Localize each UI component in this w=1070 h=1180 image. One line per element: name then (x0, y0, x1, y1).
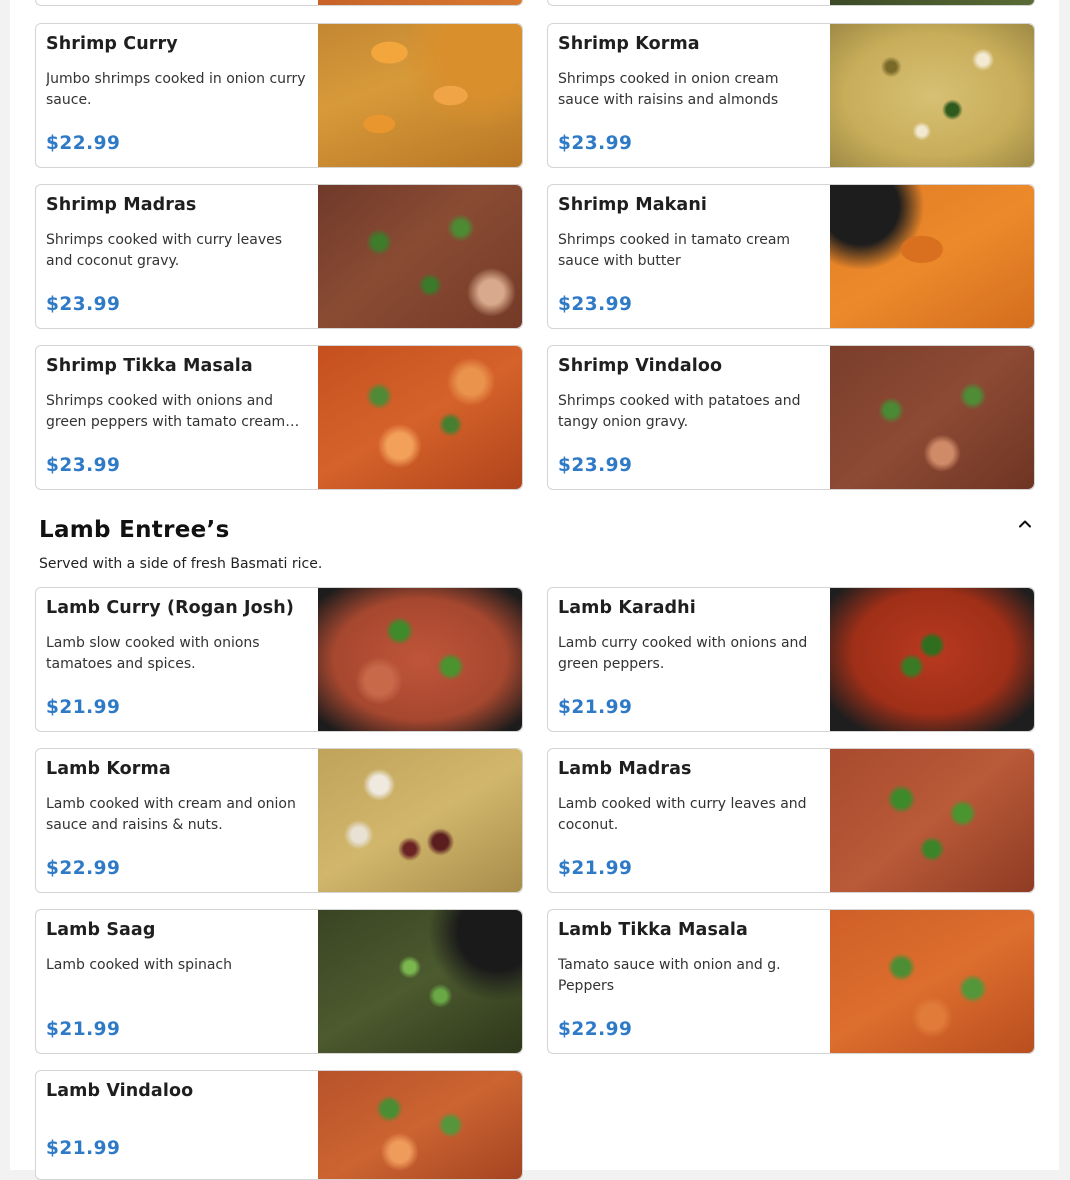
menu-item-name: Shrimp Korma (558, 34, 700, 54)
menu-item-price: $21.99 (46, 1019, 121, 1040)
menu-item-name: Lamb Madras (558, 759, 692, 779)
menu-item-description: Lamb slow cooked with onions tamatoes an… (46, 635, 260, 672)
lamb-saag-photo (318, 910, 522, 1053)
lamb-madras-photo (830, 749, 1034, 892)
menu-item-card[interactable]: Lamb Vindaloo $21.99 (35, 1070, 523, 1180)
menu-item-description: Shrimps cooked in tamato cream sauce wit… (558, 232, 791, 269)
menu-item-description: Jumbo shrimps cooked in onion curry sauc… (46, 71, 306, 108)
menu-item-name: Lamb Tikka Masala (558, 920, 748, 940)
menu-item-card[interactable]: Lamb Curry (Rogan Josh) Lamb slow cooked… (35, 587, 523, 732)
menu-item-name: Lamb Korma (46, 759, 171, 779)
menu-item-price: $22.99 (558, 1019, 633, 1040)
menu-item-card-partial[interactable] (35, 0, 523, 6)
menu-item-card[interactable]: Lamb Madras Lamb cooked with curry leave… (547, 748, 1035, 893)
menu-item-description: Lamb cooked with spinach (46, 957, 232, 973)
menu-item-description: Tamato sauce with onion and g. Peppers (558, 957, 781, 994)
menu-item-price: $22.99 (46, 133, 121, 154)
menu-item-price: $23.99 (558, 133, 633, 154)
menu-item-card[interactable]: Shrimp Tikka Masala Shrimps cooked with … (35, 345, 523, 490)
chevron-up-icon (1019, 520, 1031, 528)
section-collapse-button[interactable] (1014, 513, 1036, 535)
menu-item-name: Shrimp Madras (46, 195, 197, 215)
menu-item-price: $23.99 (46, 455, 121, 476)
menu-item-price: $21.99 (46, 697, 121, 718)
shrimp-curry-photo (318, 24, 522, 167)
shrimp-madras-photo (318, 185, 522, 328)
menu-item-card[interactable]: Shrimp Curry Jumbo shrimps cooked in oni… (35, 23, 523, 168)
section-subtitle: Served with a side of fresh Basmati rice… (39, 556, 323, 572)
menu-item-photo (830, 0, 1034, 5)
menu-item-description: Lamb curry cooked with onions and green … (558, 635, 808, 672)
menu-item-price: $23.99 (46, 294, 121, 315)
menu-item-card-partial[interactable] (547, 0, 1035, 6)
menu-item-price: $21.99 (558, 858, 633, 879)
menu-item-price: $22.99 (46, 858, 121, 879)
menu-item-name: Shrimp Tikka Masala (46, 356, 253, 376)
menu-item-description: Shrimps cooked with patatoes and tangy o… (558, 393, 801, 430)
menu-item-price: $23.99 (558, 294, 633, 315)
menu-item-description: Lamb cooked with curry leaves and coconu… (558, 796, 807, 833)
menu-item-description: Shrimps cooked in onion cream sauce with… (558, 71, 779, 108)
shrimp-makani-photo (830, 185, 1034, 328)
menu-item-name: Lamb Saag (46, 920, 156, 940)
menu-page: Shrimp Curry Jumbo shrimps cooked in oni… (10, 0, 1059, 1180)
lamb-karadhi-photo (830, 588, 1034, 731)
menu-item-card[interactable]: Shrimp Makani Shrimps cooked in tamato c… (547, 184, 1035, 329)
menu-item-price: $21.99 (46, 1138, 121, 1159)
menu-item-photo (318, 0, 522, 5)
lamb-korma-photo (318, 749, 522, 892)
menu-item-price: $23.99 (558, 455, 633, 476)
lamb-tikka-masala-photo (830, 910, 1034, 1053)
shrimp-tikka-masala-photo (318, 346, 522, 489)
menu-item-name: Lamb Curry (Rogan Josh) (46, 598, 294, 618)
menu-item-name: Shrimp Curry (46, 34, 178, 54)
shrimp-vindaloo-photo (830, 346, 1034, 489)
lamb-vindaloo-photo (318, 1071, 522, 1179)
menu-item-card[interactable]: Lamb Saag Lamb cooked with spinach $21.9… (35, 909, 523, 1054)
menu-item-name: Shrimp Vindaloo (558, 356, 723, 376)
menu-item-name: Lamb Karadhi (558, 598, 696, 618)
shrimp-korma-photo (830, 24, 1034, 167)
menu-item-description: Shrimps cooked with onions and green pep… (46, 393, 286, 430)
menu-item-card[interactable]: Lamb Korma Lamb cooked with cream and on… (35, 748, 523, 893)
menu-item-description: Shrimps cooked with curry leaves and coc… (46, 232, 283, 269)
menu-item-name: Shrimp Makani (558, 195, 707, 215)
section-title: Lamb Entree’s (39, 517, 230, 543)
menu-item-card[interactable]: Shrimp Vindaloo Shrimps cooked with pata… (547, 345, 1035, 490)
menu-item-card[interactable]: Shrimp Madras Shrimps cooked with curry … (35, 184, 523, 329)
menu-item-description: Lamb cooked with cream and onion sauce a… (46, 796, 296, 833)
lamb-curry-photo (318, 588, 522, 731)
menu-item-card[interactable]: Lamb Karadhi Lamb curry cooked with onio… (547, 587, 1035, 732)
menu-item-card[interactable]: Shrimp Korma Shrimps cooked in onion cre… (547, 23, 1035, 168)
menu-item-price: $21.99 (558, 697, 633, 718)
menu-item-card[interactable]: Lamb Tikka Masala Tamato sauce with onio… (547, 909, 1035, 1054)
menu-item-name: Lamb Vindaloo (46, 1081, 194, 1101)
